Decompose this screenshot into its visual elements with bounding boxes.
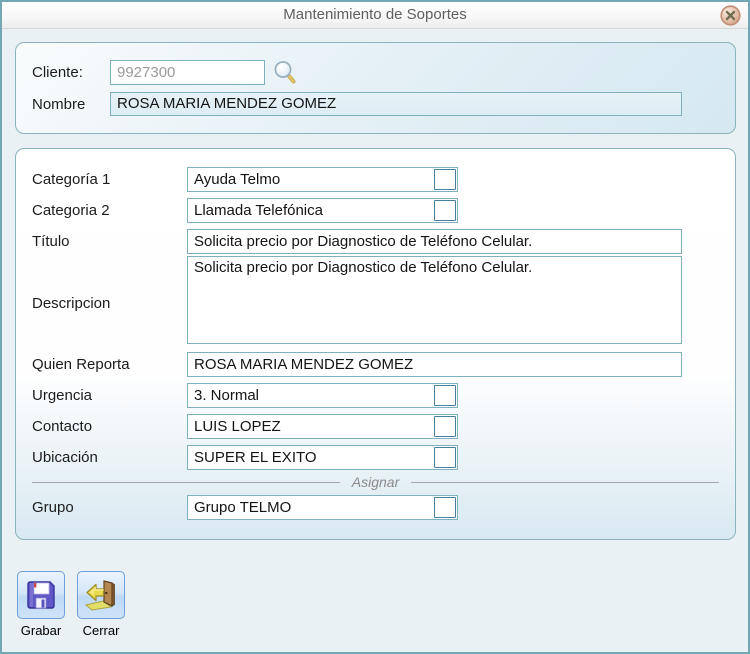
chevron-down-icon — [434, 385, 456, 406]
cerrar-button[interactable] — [77, 571, 125, 619]
cliente-input[interactable] — [110, 60, 265, 85]
grabar-button[interactable] — [17, 571, 65, 619]
chevron-down-icon — [434, 497, 456, 518]
mantenimiento-soportes-dialog: Mantenimiento de Soportes Cliente: 99273… — [0, 0, 750, 654]
floppy-disk-icon — [27, 581, 55, 609]
close-icon — [720, 5, 741, 26]
close-button[interactable] — [720, 5, 741, 26]
quien-reporta-label: Quien Reporta — [32, 356, 130, 373]
contacto-label: Contacto — [32, 418, 93, 435]
window-title: Mantenimiento de Soportes — [283, 6, 467, 23]
chevron-down-icon — [434, 447, 456, 468]
cerrar-button-group: Cerrar — [77, 571, 125, 638]
categoria1-select[interactable]: Ayuda Telmo — [187, 167, 458, 192]
grabar-button-group: Grabar — [17, 571, 65, 638]
titulo-label: Título — [32, 233, 70, 250]
search-icon[interactable] — [272, 59, 298, 90]
categoria1-label: Categoría 1 — [32, 171, 111, 188]
titulo-input[interactable] — [187, 229, 682, 254]
form-panel: Categoría 1 Ayuda Telmo Categoria 2 Llam… — [15, 148, 736, 540]
cerrar-button-label: Cerrar — [82, 623, 120, 638]
nombre-field: ROSA MARIA MENDEZ GOMEZ — [110, 92, 682, 116]
client-panel: Cliente: Nombre ROSA MARIA MENDEZ GOMEZ — [15, 42, 736, 134]
descripcion-label: Descripcion — [32, 295, 111, 312]
title-bar: Mantenimiento de Soportes — [2, 2, 748, 29]
urgencia-select[interactable]: 3. Normal — [187, 383, 458, 408]
chevron-down-icon — [434, 169, 456, 190]
chevron-down-icon — [434, 416, 456, 437]
descripcion-textarea[interactable]: Solicita precio por Diagnostico de Teléf… — [187, 256, 682, 344]
urgencia-label: Urgencia — [32, 387, 93, 404]
grabar-button-label: Grabar — [20, 623, 62, 638]
ubicacion-label: Ubicación — [32, 449, 98, 466]
asignar-divider: Asignar — [32, 474, 719, 490]
grupo-label: Grupo — [32, 499, 74, 516]
asignar-divider-label: Asignar — [351, 474, 400, 490]
categoria2-select[interactable]: Llamada Telefónica — [187, 198, 458, 223]
categoria2-label: Categoria 2 — [32, 202, 110, 219]
ubicacion-select[interactable]: SUPER EL EXITO — [187, 445, 458, 470]
grupo-select[interactable]: Grupo TELMO — [187, 495, 458, 520]
exit-door-icon — [84, 580, 115, 611]
contacto-select[interactable]: LUIS LOPEZ — [187, 414, 458, 439]
chevron-down-icon — [434, 200, 456, 221]
quien-reporta-input[interactable] — [187, 352, 682, 377]
